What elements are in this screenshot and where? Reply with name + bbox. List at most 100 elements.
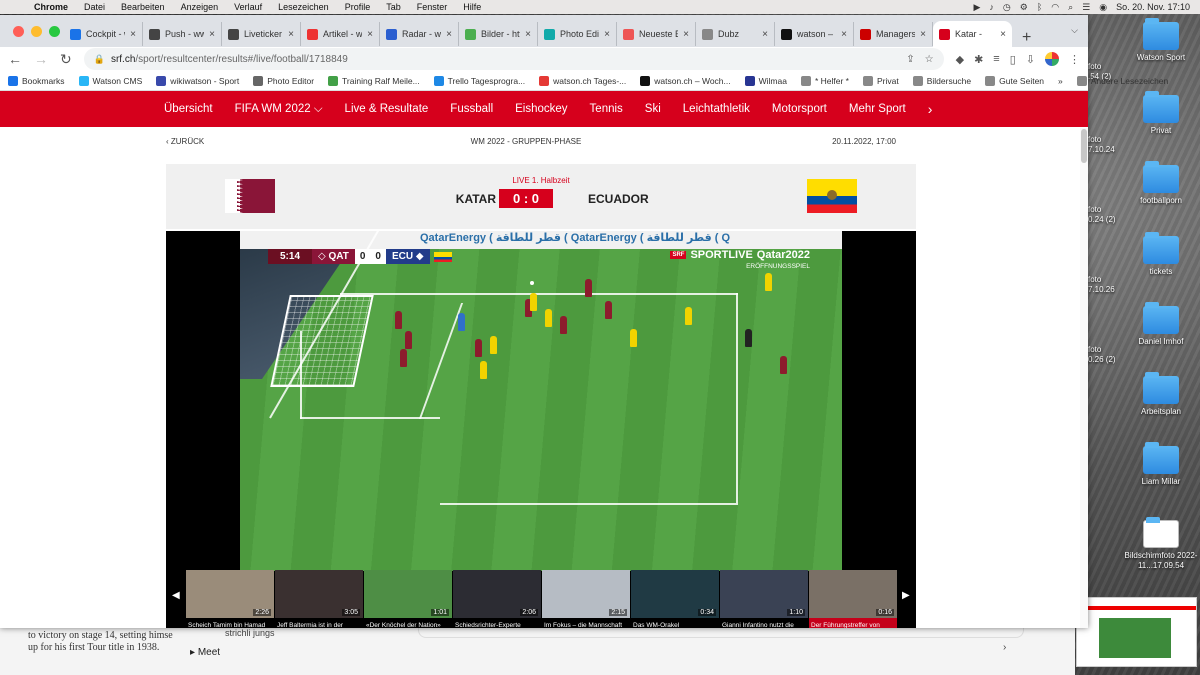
- video-clip[interactable]: 2:15 Im Fokus – die Mannschaft von Katar: [542, 570, 630, 628]
- srf-nav-item[interactable]: Mehr Sport: [849, 103, 906, 115]
- screenshot-preview[interactable]: [1076, 597, 1197, 667]
- clip-caption[interactable]: Jeff Baltermia ist in der Fanmeile unter…: [277, 622, 361, 628]
- video-clip[interactable]: 1:10 Gianni Infantino nutzt die Chance si…: [720, 570, 808, 628]
- close-window-icon[interactable]: [13, 26, 24, 37]
- desktop-partial-label[interactable]: foto 0.26 (2): [1088, 345, 1116, 365]
- desktop-folder-watson-sport[interactable]: Watson Sport: [1121, 18, 1200, 63]
- close-tab-icon[interactable]: ×: [604, 29, 610, 40]
- browser-tab[interactable]: Cockpit - w ×: [64, 22, 143, 46]
- reading-list-icon[interactable]: ≡: [993, 53, 999, 65]
- nav-next-icon[interactable]: ›: [928, 101, 933, 117]
- menu-app-name[interactable]: Chrome: [26, 2, 76, 12]
- clip-caption[interactable]: «Der Knöchel der Nation»: [366, 622, 450, 628]
- close-tab-icon[interactable]: ×: [130, 29, 136, 40]
- bookmark-item[interactable]: Training Ralf Meile...: [328, 75, 420, 86]
- close-tab-icon[interactable]: ×: [288, 29, 294, 40]
- menu-item[interactable]: Fenster: [409, 2, 456, 12]
- clip-thumbnail[interactable]: 1:01: [364, 570, 452, 618]
- bookmark-item[interactable]: Trello Tagesprogra...: [433, 75, 525, 86]
- desktop-folder-arbeitsplan[interactable]: Arbeitsplan: [1121, 372, 1200, 417]
- wifi-icon[interactable]: ◠: [1051, 2, 1059, 13]
- desktop-folder-daniel-imhof[interactable]: Daniel Imhof: [1121, 302, 1200, 347]
- desktop-folder-tickets[interactable]: tickets: [1121, 232, 1200, 277]
- scrollbar[interactable]: [1080, 128, 1088, 628]
- back-link[interactable]: ‹ ZURÜCK: [166, 137, 266, 146]
- clip-caption[interactable]: Gianni Infantino nutzt die Chance sich m…: [722, 622, 806, 628]
- bookmark-star-icon[interactable]: ☆: [925, 54, 934, 65]
- video-clip[interactable]: 0:16 Der Führungstreffer von Ecuador zähl…: [809, 570, 897, 628]
- srf-nav-item[interactable]: Ski: [645, 103, 661, 115]
- clip-thumbnail[interactable]: 2:06: [453, 570, 541, 618]
- search-icon[interactable]: ⌕: [1068, 2, 1073, 13]
- bookmark-item[interactable]: wikiwatson - Sport: [156, 75, 239, 86]
- bookmark-item[interactable]: Watson CMS: [78, 75, 142, 86]
- desktop-file-screenshot[interactable]: Bildschirmfoto 2022-11...17.09.54: [1121, 517, 1200, 571]
- side-panel-icon[interactable]: ▯: [1010, 53, 1016, 66]
- time-machine-icon[interactable]: ◷: [1003, 2, 1011, 13]
- browser-tab[interactable]: Artikel - w ×: [301, 22, 380, 46]
- desktop-partial-label[interactable]: foto 7.10.26: [1088, 275, 1115, 295]
- zoom-window-icon[interactable]: [49, 26, 60, 37]
- bookmark-item[interactable]: Bookmarks: [8, 75, 65, 86]
- clip-thumbnail[interactable]: 1:10: [720, 570, 808, 618]
- play-icon[interactable]: ▶: [974, 2, 981, 13]
- close-tab-icon[interactable]: ×: [209, 29, 215, 40]
- download-icon[interactable]: ⇩: [1026, 53, 1035, 66]
- close-tab-icon[interactable]: ×: [841, 29, 847, 40]
- carousel-prev-icon[interactable]: ◀: [172, 590, 180, 601]
- tab-search-icon[interactable]: ⌵: [1071, 25, 1078, 36]
- siri-icon[interactable]: ◉: [1099, 2, 1107, 13]
- menu-item[interactable]: Lesezeichen: [270, 2, 337, 12]
- menu-item[interactable]: Verlauf: [226, 2, 270, 12]
- clip-thumbnail[interactable]: 0:34: [631, 570, 719, 618]
- close-tab-icon[interactable]: ×: [762, 29, 768, 40]
- desktop-folder-liam-millar[interactable]: Liam Millar: [1121, 442, 1200, 487]
- close-tab-icon[interactable]: ×: [683, 29, 689, 40]
- desktop-partial-label[interactable]: foto 0.24 (2): [1088, 205, 1116, 225]
- browser-tab[interactable]: watson – N ×: [775, 22, 854, 46]
- close-tab-icon[interactable]: ×: [525, 29, 531, 40]
- video-clip[interactable]: 2:06 Schiedsrichter-Experte Sascha Amhof: [453, 570, 541, 628]
- browser-tab[interactable]: Photo Edit ×: [538, 22, 617, 46]
- close-tab-icon[interactable]: ×: [1000, 29, 1006, 40]
- settings-icon[interactable]: ⚙: [1020, 2, 1028, 13]
- bookmark-item[interactable]: watson.ch – Woch...: [640, 75, 731, 86]
- desktop-folder-privat[interactable]: Privat: [1121, 91, 1200, 136]
- browser-tab[interactable]: Neueste E ×: [617, 22, 696, 46]
- menu-item[interactable]: Datei: [76, 2, 113, 12]
- clip-caption[interactable]: Im Fokus – die Mannschaft von Katar: [544, 622, 628, 628]
- menu-item[interactable]: Tab: [378, 2, 409, 12]
- menu-clock[interactable]: So. 20. Nov. 17:10: [1116, 2, 1190, 12]
- srf-nav-item[interactable]: Fussball: [450, 103, 493, 115]
- chevron-right-icon[interactable]: ›: [1003, 642, 1006, 653]
- srf-nav-item[interactable]: FIFA WM 2022 ⌵: [235, 103, 323, 116]
- browser-tab[interactable]: Liveticker ×: [222, 22, 301, 46]
- close-tab-icon[interactable]: ×: [446, 29, 452, 40]
- close-tab-icon[interactable]: ×: [367, 29, 373, 40]
- clip-caption[interactable]: Schiedsrichter-Experte Sascha Amhof: [455, 622, 539, 628]
- new-tab-button[interactable]: +: [1012, 29, 1041, 47]
- clip-caption[interactable]: Das WM-Orakel: [633, 622, 717, 628]
- srf-nav-item[interactable]: Tennis: [590, 103, 623, 115]
- video-clip[interactable]: 0:34 Das WM-Orakel: [631, 570, 719, 628]
- volume-icon[interactable]: ♪: [989, 2, 994, 12]
- video-clip[interactable]: 2:26 Scheich Tamim bin Hamad al-Thani wen…: [186, 570, 274, 628]
- menu-item[interactable]: Bearbeiten: [113, 2, 173, 12]
- srf-nav-item[interactable]: Übersicht: [164, 103, 213, 115]
- video-clip[interactable]: 1:01 «Der Knöchel der Nation»: [364, 570, 452, 628]
- clip-thumbnail[interactable]: 0:16: [809, 570, 897, 618]
- close-tab-icon[interactable]: ×: [920, 29, 926, 40]
- bookmark-item[interactable]: * Helfer *: [800, 75, 849, 86]
- browser-tab[interactable]: Bilder - htt ×: [459, 22, 538, 46]
- browser-tab[interactable]: Managersp ×: [854, 22, 933, 46]
- video-clip[interactable]: 3:05 Jeff Baltermia ist in der Fanmeile u…: [275, 570, 363, 628]
- menu-item[interactable]: Anzeigen: [173, 2, 227, 12]
- share-icon[interactable]: ⇪: [906, 54, 914, 65]
- menu-item[interactable]: Hilfe: [455, 2, 489, 12]
- profile-avatar[interactable]: [1045, 52, 1059, 66]
- srf-nav-item[interactable]: Leichtathletik: [683, 103, 750, 115]
- browser-tab[interactable]: Dubz ×: [696, 22, 775, 46]
- browser-tab[interactable]: Push - www ×: [143, 22, 222, 46]
- meet-item[interactable]: ▸ Meet: [190, 647, 220, 658]
- srf-nav-item[interactable]: Motorsport: [772, 103, 827, 115]
